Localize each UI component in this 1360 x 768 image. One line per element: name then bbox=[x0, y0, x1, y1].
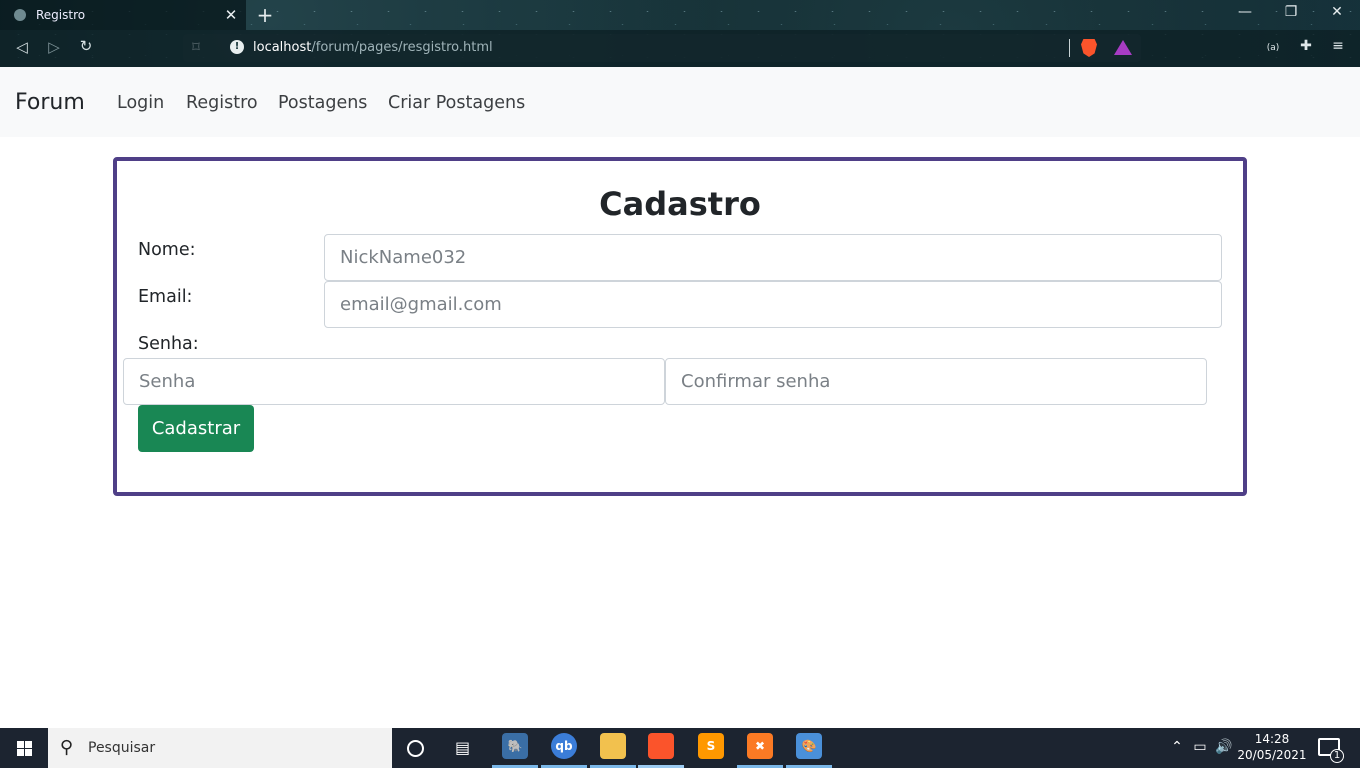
email-label: Email: bbox=[138, 287, 193, 307]
url-path: /forum/pages/resgistro.html bbox=[311, 40, 493, 55]
password-input[interactable] bbox=[123, 358, 665, 405]
url-host: localhost bbox=[253, 40, 312, 55]
nav-link-registro[interactable]: Registro bbox=[186, 93, 258, 113]
toolbar-divider bbox=[1069, 39, 1070, 57]
brave-icon[interactable] bbox=[648, 733, 674, 759]
volume-icon[interactable]: 🔊 bbox=[1214, 739, 1234, 755]
qbittorrent-icon[interactable]: qb bbox=[551, 733, 577, 759]
paint-icon[interactable]: 🎨 bbox=[796, 733, 822, 759]
tray-overflow-icon[interactable]: ⌃ bbox=[1167, 739, 1187, 755]
pgadmin-icon[interactable]: 🐘 bbox=[502, 733, 528, 759]
close-window-button[interactable]: ✕ bbox=[1327, 4, 1347, 20]
password-label: Senha: bbox=[138, 334, 199, 354]
back-icon[interactable]: ◁ bbox=[12, 38, 32, 56]
sublime-text-icon[interactable]: S bbox=[698, 733, 724, 759]
system-clock[interactable]: 14:28 20/05/2021 bbox=[1236, 731, 1308, 763]
new-tab-button[interactable]: + bbox=[255, 3, 275, 27]
extension-icon[interactable]: (a) bbox=[1263, 43, 1283, 53]
browser-tab[interactable]: Registro ✕ bbox=[0, 0, 246, 30]
name-input[interactable] bbox=[324, 234, 1222, 281]
nav-link-login[interactable]: Login bbox=[117, 93, 164, 113]
url-text[interactable]: localhost/forum/pages/resgistro.html bbox=[253, 40, 493, 55]
windows-icon[interactable] bbox=[17, 741, 32, 756]
name-label: Nome: bbox=[138, 240, 196, 260]
brave-rewards-icon[interactable] bbox=[1114, 40, 1132, 55]
menu-icon[interactable]: ≡ bbox=[1328, 38, 1348, 54]
browser-chrome: Registro ✕ + — ❐ ✕ ◁ ▷ ↻ ⌑ ! localhost/f… bbox=[0, 0, 1360, 67]
cortana-icon[interactable] bbox=[407, 740, 424, 757]
brand-link[interactable]: Forum bbox=[15, 90, 85, 115]
info-icon[interactable]: ! bbox=[230, 40, 244, 54]
submit-button[interactable]: Cadastrar bbox=[138, 405, 254, 452]
clock-time: 14:28 bbox=[1254, 732, 1290, 746]
file-explorer-icon[interactable] bbox=[600, 733, 626, 759]
forward-icon[interactable]: ▷ bbox=[44, 38, 64, 56]
nav-link-postagens[interactable]: Postagens bbox=[278, 93, 367, 113]
reload-icon[interactable]: ↻ bbox=[76, 37, 96, 55]
task-view-icon[interactable]: ▤ bbox=[455, 738, 470, 757]
tab-close-icon[interactable]: ✕ bbox=[222, 6, 240, 24]
email-input[interactable] bbox=[324, 281, 1222, 328]
clock-date: 20/05/2021 bbox=[1237, 748, 1307, 762]
maximize-button[interactable]: ❐ bbox=[1281, 4, 1301, 20]
notification-count-badge: 1 bbox=[1330, 749, 1344, 763]
page-title: Cadastro bbox=[599, 185, 761, 223]
network-icon[interactable]: ▭ bbox=[1190, 739, 1210, 755]
globe-icon bbox=[14, 9, 26, 21]
taskbar-search-placeholder[interactable]: Pesquisar bbox=[88, 740, 155, 756]
minimize-button[interactable]: — bbox=[1235, 4, 1255, 20]
confirm-password-input[interactable] bbox=[665, 358, 1207, 405]
nav-link-criar-postagens[interactable]: Criar Postagens bbox=[388, 93, 525, 113]
search-icon: ⚲ bbox=[60, 737, 74, 758]
tab-title: Registro bbox=[36, 8, 86, 22]
puzzle-icon[interactable]: ✚ bbox=[1296, 38, 1316, 54]
xampp-icon[interactable]: ✖ bbox=[747, 733, 773, 759]
